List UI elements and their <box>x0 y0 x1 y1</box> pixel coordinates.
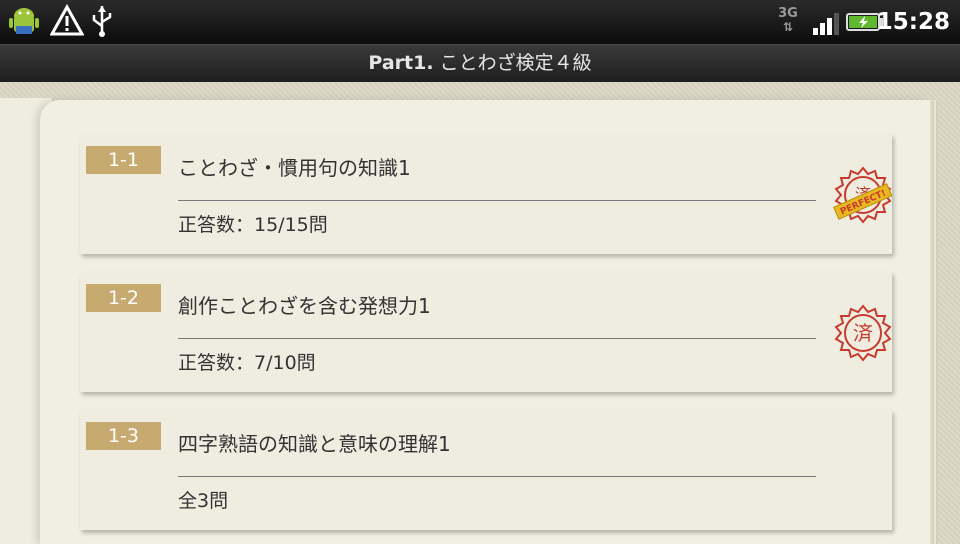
section-question-count: 全3問 <box>178 490 229 512</box>
section-title: 創作ことわざを含む発想力1 <box>178 294 431 318</box>
usb-icon <box>92 6 112 37</box>
divider <box>178 200 816 201</box>
divider <box>178 476 816 477</box>
section-number-badge: 1-1 <box>86 146 161 174</box>
section-number-badge: 1-2 <box>86 284 161 312</box>
perfect-stamp-icon: 済 PERFECT! <box>832 166 893 224</box>
network-3g-icon: 3G ⇅ <box>778 6 798 34</box>
android-icon <box>9 8 39 34</box>
section-title: 四字熟語の知識と意味の理解1 <box>178 432 451 456</box>
clock: 15:28 <box>876 9 950 35</box>
status-bar: 3G ⇅ 15:28 <box>0 0 960 44</box>
section-score: 正答数：7/10問 <box>178 352 316 374</box>
part-label: Part1. <box>368 52 434 74</box>
page-title: ことわざ検定４級 <box>433 52 592 74</box>
section-number-badge: 1-3 <box>86 422 161 450</box>
title-bar: Part1. ことわざ検定４級 <box>0 44 960 83</box>
section-card-1-3[interactable]: 1-3 四字熟語の知識と意味の理解1 全3問 <box>80 410 892 530</box>
divider <box>178 338 816 339</box>
signal-icon <box>813 13 839 35</box>
section-card-1-1[interactable]: 1-1 ことわざ・慣用句の知識1 正答数：15/15問 済 PERFECT! <box>80 134 893 254</box>
section-score: 正答数：15/15問 <box>178 214 328 236</box>
network-label: 3G <box>778 6 798 21</box>
section-card-1-2[interactable]: 1-2 創作ことわざを含む発想力1 正答数：7/10問 済 <box>80 272 892 392</box>
svg-text:済: 済 <box>853 321 873 345</box>
section-title: ことわざ・慣用句の知識1 <box>178 156 411 180</box>
warning-icon <box>50 4 84 36</box>
done-stamp-icon: 済 <box>834 304 892 362</box>
